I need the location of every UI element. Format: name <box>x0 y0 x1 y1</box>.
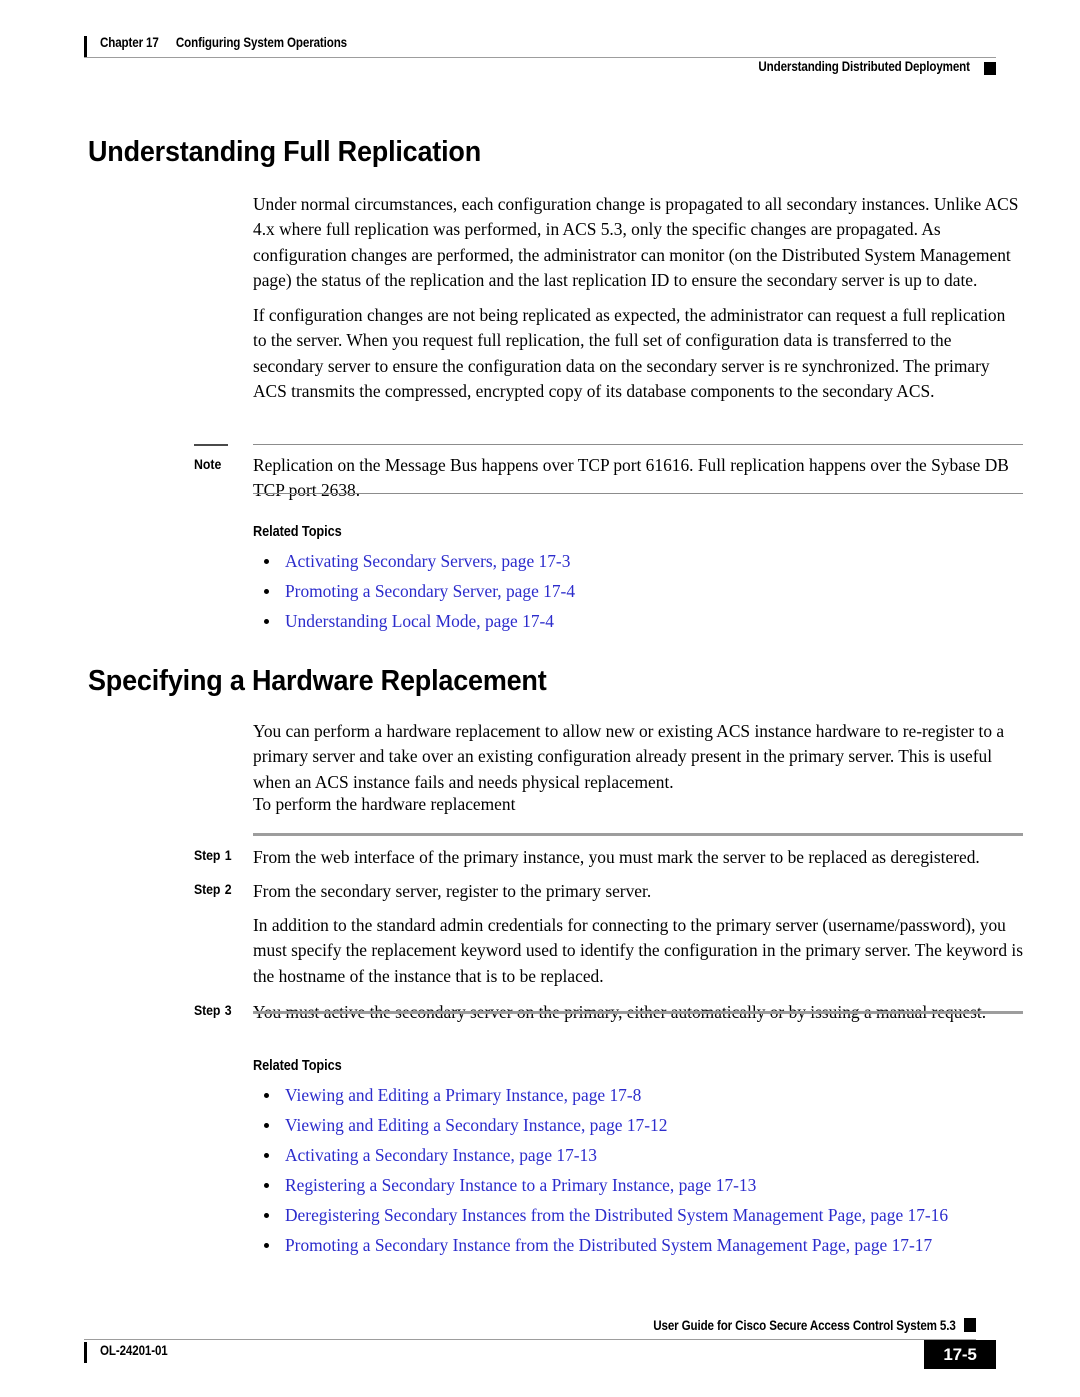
related-topics-heading-2: Related Topics <box>253 1058 342 1074</box>
cross-reference-link[interactable]: Understanding Local Mode, page 17-4 <box>285 611 554 631</box>
paragraph-full-replication-1: Under normal circumstances, each configu… <box>253 194 1019 290</box>
step-number: 3 <box>224 1002 232 1018</box>
note-bottom-rule <box>253 493 1023 494</box>
step-text-1: From the web interface of the primary in… <box>253 847 980 867</box>
step-text-2: From the secondary server, register to t… <box>253 881 652 901</box>
note-text: Replication on the Message Bus happens o… <box>253 455 1009 501</box>
step-word: Step <box>194 847 221 863</box>
cross-reference-link[interactable]: Registering a Secondary Instance to a Pr… <box>285 1175 756 1195</box>
page-title-specifying-hardware-replacement: Specifying a Hardware Replacement <box>88 665 547 697</box>
note-label-rule <box>194 444 228 446</box>
footer-document-id: OL-24201-01 <box>100 1343 168 1358</box>
step-label-3: Step 3 <box>194 1002 232 1018</box>
cross-reference-link[interactable]: Promoting a Secondary Server, page 17-4 <box>285 581 575 601</box>
note-block: Note Replication on the Message Bus happ… <box>194 444 1023 500</box>
step-row-2: Step 2 From the secondary server, registe… <box>194 879 1023 913</box>
bullet-icon <box>264 1122 269 1128</box>
header-chapter-title: Configuring System Operations <box>175 35 347 50</box>
bullet-icon <box>264 1152 269 1158</box>
step-row-3: Step 3 You must active the secondary serv… <box>194 1000 1023 1030</box>
bullet-icon <box>264 1182 269 1188</box>
step-number: 1 <box>224 847 232 863</box>
bullet-icon <box>264 1212 269 1218</box>
note-top-rule <box>253 444 1023 445</box>
bullet-icon <box>264 1242 269 1248</box>
step-label-2: Step 2 <box>194 881 232 897</box>
cross-reference-link[interactable]: Promoting a Secondary Instance from the … <box>285 1235 932 1255</box>
list-item[interactable]: Activating Secondary Servers, page 17-3 <box>253 546 1043 576</box>
footer-divider-rule <box>84 1339 976 1340</box>
header-running-title: Understanding Distributed Deployment <box>758 59 971 74</box>
steps-top-rule <box>253 833 1023 836</box>
step-row-continuation: In addition to the standard admin creden… <box>194 913 1023 1000</box>
document-page: Chapter 17 Configuring System Operations … <box>0 0 1080 1397</box>
list-item[interactable]: Deregistering Secondary Instances from t… <box>253 1200 1043 1230</box>
cross-reference-link[interactable]: Viewing and Editing a Primary Instance, … <box>285 1085 641 1105</box>
list-item[interactable]: Promoting a Secondary Instance from the … <box>253 1230 1043 1260</box>
step-text-continuation: In addition to the standard admin creden… <box>253 915 1023 986</box>
page-footer: User Guide for Cisco Secure Access Contr… <box>84 1318 996 1378</box>
bullet-icon <box>264 558 269 564</box>
list-item[interactable]: Viewing and Editing a Primary Instance, … <box>253 1080 1043 1110</box>
list-item[interactable]: Viewing and Editing a Secondary Instance… <box>253 1110 1043 1140</box>
paragraph-hardware-replacement-intro: To perform the hardware replacement <box>253 794 516 814</box>
paragraph-full-replication-2: If configuration changes are not being r… <box>253 305 1006 401</box>
step-word: Step <box>194 881 221 897</box>
header-chapter-number: Chapter 17 <box>100 35 159 50</box>
procedure-steps-block: Step 1 From the web interface of the prim… <box>194 833 1023 1022</box>
bullet-icon <box>264 618 269 624</box>
cross-reference-link[interactable]: Deregistering Secondary Instances from t… <box>285 1205 948 1225</box>
footer-square-marker-icon <box>964 1318 976 1332</box>
related-topics-list-2: Viewing and Editing a Primary Instance, … <box>253 1080 1043 1260</box>
cross-reference-link[interactable]: Activating a Secondary Instance, page 17… <box>285 1145 597 1165</box>
footer-guide-title: User Guide for Cisco Secure Access Contr… <box>653 1318 957 1333</box>
cross-reference-link[interactable]: Activating Secondary Servers, page 17-3 <box>285 551 570 571</box>
related-topics-list-1: Activating Secondary Servers, page 17-3 … <box>253 546 1043 636</box>
step-label-1: Step 1 <box>194 847 232 863</box>
related-topics-heading-1: Related Topics <box>253 524 342 540</box>
list-item[interactable]: Promoting a Secondary Server, page 17-4 <box>253 576 1043 606</box>
note-label: Note <box>194 456 222 472</box>
step-number: 2 <box>224 881 232 897</box>
bullet-icon <box>264 588 269 594</box>
bullet-icon <box>264 1092 269 1098</box>
footer-page-number-box: 17-5 <box>924 1340 996 1369</box>
cross-reference-link[interactable]: Viewing and Editing a Secondary Instance… <box>285 1115 667 1135</box>
header-chapter-info: Chapter 17 Configuring System Operations <box>100 35 347 50</box>
footer-left-tick-mark <box>84 1342 87 1363</box>
header-square-marker-icon <box>984 62 996 75</box>
header-left-tick-mark <box>84 36 87 57</box>
list-item[interactable]: Registering a Secondary Instance to a Pr… <box>253 1170 1043 1200</box>
page-title-understanding-full-replication: Understanding Full Replication <box>88 136 481 168</box>
running-header: Chapter 17 Configuring System Operations … <box>84 34 996 80</box>
step-row-1: Step 1 From the web interface of the prim… <box>194 845 1023 879</box>
header-divider-rule <box>84 57 996 58</box>
paragraph-hardware-replacement-1: You can perform a hardware replacement t… <box>253 721 1005 792</box>
list-item[interactable]: Understanding Local Mode, page 17-4 <box>253 606 1043 636</box>
step-word: Step <box>194 1002 221 1018</box>
list-item[interactable]: Activating a Secondary Instance, page 17… <box>253 1140 1043 1170</box>
steps-bottom-rule <box>253 1011 1023 1014</box>
